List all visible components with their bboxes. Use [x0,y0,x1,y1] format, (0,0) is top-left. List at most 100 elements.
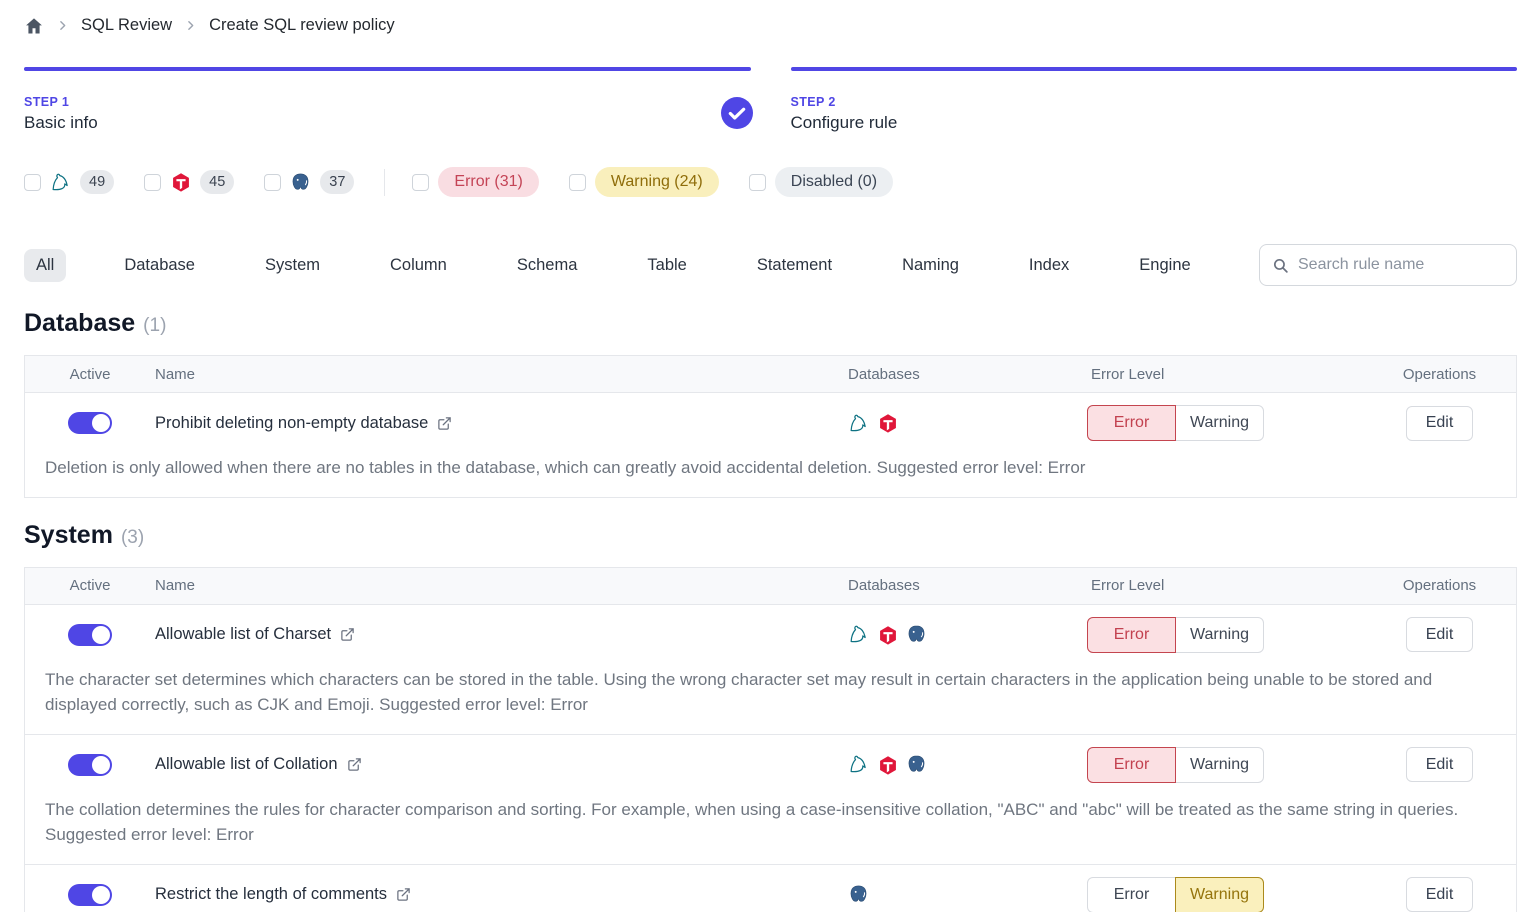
filter-engine-mysql[interactable]: 49 [24,170,114,194]
databases-cell [842,413,1085,434]
name-cell: Prohibit deleting non-empty database [155,414,842,433]
error-level-segmented-control: Error Warning [1087,877,1264,912]
tab-system[interactable]: System [253,249,332,282]
column-header-error-level: Error Level [1085,366,1363,383]
external-link-icon[interactable] [340,627,355,642]
rule-name: Allowable list of Collation [155,755,338,774]
edit-button[interactable]: Edit [1406,747,1474,782]
external-link-icon[interactable] [396,887,411,902]
search-rule-input[interactable] [1298,256,1504,274]
edit-button[interactable]: Edit [1406,406,1474,441]
tab-database[interactable]: Database [112,249,207,282]
rule-active-toggle[interactable] [68,412,112,434]
tidb-checkbox[interactable] [144,174,161,191]
rule-active-toggle[interactable] [68,754,112,776]
breadcrumb-sql-review[interactable]: SQL Review [81,16,172,35]
section-title: System [24,521,113,550]
tidb-count-badge: 45 [200,170,234,194]
rule-active-toggle[interactable] [68,624,112,646]
filter-engine-tidb[interactable]: 45 [144,170,234,194]
column-header-operations: Operations [1363,366,1516,383]
rule-sections: Database (1) Active Name Databases Error… [24,309,1517,912]
section-count: (3) [121,527,144,549]
edit-button[interactable]: Edit [1406,617,1474,652]
tab-index[interactable]: Index [1017,249,1081,282]
filter-level-error[interactable]: Error (31) [412,167,538,197]
chevron-right-icon [184,19,197,32]
disabled-level-checkbox[interactable] [749,174,766,191]
rule-table: Active Name Databases Error Level Operat… [24,567,1517,912]
edit-button[interactable]: Edit [1406,877,1474,912]
step-2-label: STEP 2 [791,95,1518,109]
error-level-segmented-control: Error Warning [1087,617,1264,653]
breadcrumb: SQL Review Create SQL review policy [24,0,1517,40]
operations-cell: Edit [1363,877,1516,912]
warning-level-button[interactable]: Warning [1175,877,1264,912]
step-2[interactable]: STEP 2 Configure rule [791,67,1518,133]
home-icon[interactable] [24,16,44,36]
section-heading: System (3) [24,521,1517,550]
filter-engine-postgres[interactable]: 37 [264,170,354,194]
search-rule-box[interactable] [1259,244,1517,286]
postgres-icon [906,624,927,645]
tab-all[interactable]: All [24,249,66,282]
postgres-checkbox[interactable] [264,174,281,191]
tab-schema[interactable]: Schema [505,249,590,282]
error-count-pill: Error (31) [438,167,538,197]
filter-level-warning[interactable]: Warning (24) [569,167,719,197]
mysql-checkbox[interactable] [24,174,41,191]
table-row: Allowable list of Collation Error Warnin… [25,735,1516,795]
filter-bar: 49 45 37 Error (31) Warning (24) Disable… [24,167,1517,197]
table-header-row: Active Name Databases Error Level Operat… [25,568,1516,605]
breadcrumb-current-page: Create SQL review policy [209,16,395,35]
tidb-icon [877,624,898,645]
column-header-databases: Databases [842,366,1085,383]
error-level-cell: Error Warning [1085,747,1363,783]
databases-cell [842,624,1085,645]
error-level-cell: Error Warning [1085,617,1363,653]
tidb-icon [877,413,898,434]
step-1-label: STEP 1 [24,95,751,109]
tab-table[interactable]: Table [635,249,698,282]
tab-engine[interactable]: Engine [1127,249,1202,282]
mysql-icon [848,413,869,434]
name-cell: Allowable list of Charset [155,625,842,644]
rule-active-toggle[interactable] [68,884,112,906]
error-level-cell: Error Warning [1085,877,1363,912]
error-level-button[interactable]: Error [1087,747,1176,783]
tab-column[interactable]: Column [378,249,459,282]
name-cell: Allowable list of Collation [155,755,842,774]
rule-description: The character set determines which chara… [25,665,1516,734]
step-2-progress-bar [791,67,1518,71]
tidb-icon [170,172,191,193]
column-header-error-level: Error Level [1085,577,1363,594]
external-link-icon[interactable] [347,757,362,772]
error-level-button[interactable]: Error [1087,617,1176,653]
error-level-segmented-control: Error Warning [1087,747,1264,783]
name-cell: Restrict the length of comments [155,885,842,904]
step-1[interactable]: STEP 1 Basic info [24,67,751,133]
external-link-icon[interactable] [437,416,452,431]
warning-count-pill: Warning (24) [595,167,719,197]
tab-statement[interactable]: Statement [745,249,844,282]
error-level-button[interactable]: Error [1087,405,1176,441]
rule-table: Active Name Databases Error Level Operat… [24,355,1517,498]
search-icon [1272,257,1289,274]
filter-level-disabled[interactable]: Disabled (0) [749,167,893,197]
category-tabs: All Database System Column Schema Table … [24,244,1517,286]
rule-description: The collation determines the rules for c… [25,795,1516,864]
warning-level-button[interactable]: Warning [1175,747,1264,783]
mysql-icon [50,172,71,193]
tab-naming[interactable]: Naming [890,249,971,282]
operations-cell: Edit [1363,747,1516,782]
active-cell [25,624,155,646]
error-level-checkbox[interactable] [412,174,429,191]
warning-level-checkbox[interactable] [569,174,586,191]
active-cell [25,884,155,906]
rule-group: Allowable list of Charset Error Warning … [25,605,1516,735]
warning-level-button[interactable]: Warning [1175,405,1264,441]
column-header-active: Active [25,366,155,383]
error-level-button[interactable]: Error [1087,877,1176,912]
warning-level-button[interactable]: Warning [1175,617,1264,653]
section-heading: Database (1) [24,309,1517,338]
